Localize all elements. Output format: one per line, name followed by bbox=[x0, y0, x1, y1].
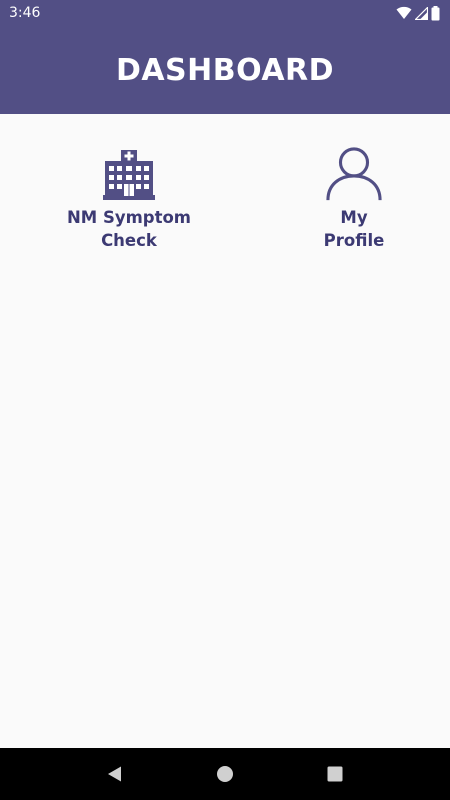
person-icon bbox=[326, 144, 382, 204]
signal-icon bbox=[415, 6, 428, 20]
home-icon bbox=[217, 766, 233, 782]
dashboard-content: NM Symptom Check My Profile bbox=[0, 114, 450, 748]
nm-symptom-check-tile[interactable]: NM Symptom Check bbox=[49, 144, 209, 252]
nav-recents-button[interactable] bbox=[311, 750, 359, 798]
nav-back-button[interactable] bbox=[91, 750, 139, 798]
back-icon bbox=[108, 766, 121, 782]
status-icons bbox=[396, 5, 440, 21]
wifi-icon bbox=[396, 6, 412, 19]
status-time: 3:46 bbox=[9, 5, 41, 21]
nav-home-button[interactable] bbox=[201, 750, 249, 798]
status-bar: 3:46 bbox=[0, 0, 450, 26]
my-profile-tile[interactable]: My Profile bbox=[274, 144, 434, 252]
hospital-icon bbox=[101, 144, 157, 204]
system-nav-bar bbox=[0, 748, 450, 800]
my-profile-label: My Profile bbox=[323, 208, 385, 250]
battery-icon bbox=[431, 5, 440, 20]
nm-symptom-check-label: NM Symptom Check bbox=[66, 208, 192, 250]
page-title: DASHBOARD bbox=[115, 52, 335, 88]
recents-icon bbox=[327, 766, 343, 782]
app-bar: DASHBOARD bbox=[0, 26, 450, 114]
